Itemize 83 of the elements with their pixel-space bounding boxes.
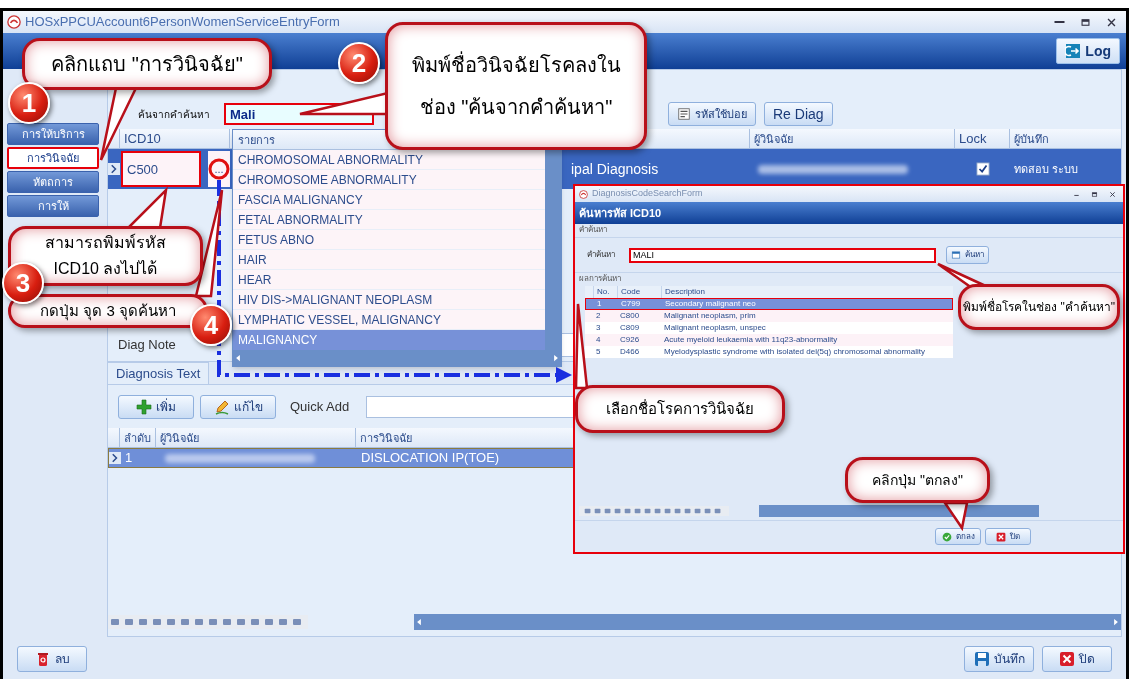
field-label: Diag Note: [118, 336, 177, 355]
field-label: คำค้นหา: [587, 249, 616, 261]
list-item[interactable]: FETUS ABNO: [238, 230, 314, 249]
column-header: ผู้วินิจฉัย: [156, 428, 356, 447]
table-cell-text: 4: [595, 334, 602, 346]
callout: พิมพ์ชื่อวินิจฉัยโรคลงใน ช่อง "ค้นจากคำค้นหา": [385, 22, 647, 150]
sidebar-tab[interactable]: หัตถการ: [7, 171, 99, 193]
table-cell-text: 2: [595, 310, 602, 322]
plus-icon: [136, 399, 152, 415]
frequent-codes-button[interactable]: รหัสใช้บ่อย: [668, 102, 756, 126]
result-row[interactable]: 4 C926 Acute myeloid leukaemia with 11q23-abnormality: [585, 334, 953, 346]
close-button[interactable]: ปิด: [985, 528, 1031, 545]
save-button[interactable]: บันทึก: [964, 646, 1034, 672]
table-cell-text: C799: [620, 298, 642, 310]
search-field[interactable]: MALI: [629, 247, 936, 263]
table-cell-text: C809: [619, 322, 641, 334]
highlight-ring: [208, 158, 230, 180]
list-item[interactable]: HAIR: [238, 250, 267, 269]
list-item[interactable]: CHROMOSOMAL ABNORMALITY: [238, 150, 423, 169]
re-diag-button[interactable]: Re Diag: [764, 102, 833, 126]
list-item[interactable]: HEAR: [238, 270, 272, 289]
calendar-icon: [951, 250, 961, 260]
table-cell-text: 3: [595, 322, 602, 334]
table-cell-text: 5: [595, 346, 602, 358]
table-cell-text: C926: [619, 334, 641, 346]
ok-button[interactable]: ตกลง: [935, 528, 981, 545]
table-cell-text: C800: [619, 310, 641, 322]
window-title: HOSxPPCUAccount6PersonWomenServiceEntryForm: [25, 13, 340, 32]
table-cell-text: ipal Diagnosis: [570, 159, 660, 179]
list-item[interactable]: FASCIA MALIGNANCY: [238, 190, 363, 209]
sidebar-tab[interactable]: การวินิจฉัย: [7, 147, 99, 169]
list-item[interactable]: LYMPHATIC VESSEL, MALIGNANCY: [238, 310, 441, 329]
app-icon: [579, 189, 588, 199]
list-item[interactable]: CHROMOSOME ABNORMALITY: [238, 170, 417, 189]
add-button[interactable]: เพิ่ม: [118, 395, 194, 419]
maximize-icon: [1079, 16, 1091, 28]
column-header: ผู้บันทึก: [1013, 132, 1050, 148]
column-header: ผู้วินิจฉัย: [750, 129, 955, 148]
list-icon: [677, 107, 691, 121]
dialog-title: DiagnosisCodeSearchForm: [592, 187, 703, 201]
close-icon: [996, 531, 1006, 542]
log-button[interactable]: Log: [1056, 38, 1120, 64]
table-cell-text: DISLOCATION IP(TOE): [360, 449, 501, 468]
close-button[interactable]: ปิด: [1042, 646, 1112, 672]
table-cell-text: 1: [596, 298, 603, 310]
column-header: ICD10: [120, 129, 230, 148]
callout: เลือกชื่อโรคการวินิจฉัย: [575, 385, 785, 433]
pencil-icon: [213, 399, 230, 415]
table-cell-text: 1: [124, 449, 134, 468]
icd10-field[interactable]: C500: [121, 151, 201, 187]
table-cell-text: Myelodysplastic syndrome with isolated del(5q) chromosomal abnormality: [663, 346, 926, 358]
group-label: คำค้นหา: [575, 224, 1123, 238]
exit-icon: [1065, 43, 1082, 59]
field-label: Quick Add: [290, 398, 351, 417]
table-cell-text: Malignant neoplasm, unspec: [663, 322, 767, 334]
column-header: ลำดับ: [120, 428, 156, 447]
column-header: Lock: [955, 129, 1010, 148]
table-cell-text: ทดสอบ ระบบ: [1013, 161, 1080, 177]
result-row[interactable]: 2 C800 Malignant neoplasm, prim: [585, 310, 953, 322]
sidebar-tab[interactable]: การให้บริการ: [7, 123, 99, 145]
callout-tail: [942, 501, 969, 532]
close-icon: [1108, 190, 1116, 198]
table-cell-text: Secondary malignant neo: [664, 298, 757, 310]
save-icon: [973, 651, 990, 667]
list-item[interactable]: HIV DIS->MALIGNANT NEOPLASM: [238, 290, 433, 309]
table-cell-text: Acute myeloid leukaemia with 11q23-abnormality: [663, 334, 839, 346]
list-item[interactable]: FETAL ABNORMALITY: [238, 210, 363, 229]
dialog-heading: ค้นหารหัส ICD10: [579, 205, 662, 221]
app-icon: [7, 15, 21, 29]
close-icon: [1059, 651, 1075, 667]
search-button[interactable]: ค้นหา: [946, 246, 989, 264]
search-label: ค้นจากคำค้นหา: [138, 107, 211, 122]
check-icon: [941, 531, 952, 542]
column-header: รายการ: [238, 133, 275, 148]
sidebar-tab[interactable]: การให้: [7, 195, 99, 217]
edit-button[interactable]: แก้ไข: [200, 395, 276, 419]
tab[interactable]: Diagnosis Text: [107, 362, 210, 384]
close-icon: [1105, 16, 1117, 28]
delete-button[interactable]: ลบ: [17, 646, 87, 672]
table-cell-text: Malignant neoplasm, prim: [663, 310, 757, 322]
table-cell-text: D466: [619, 346, 641, 358]
minimize-icon: [1053, 21, 1065, 23]
maximize-icon: [1090, 190, 1098, 198]
